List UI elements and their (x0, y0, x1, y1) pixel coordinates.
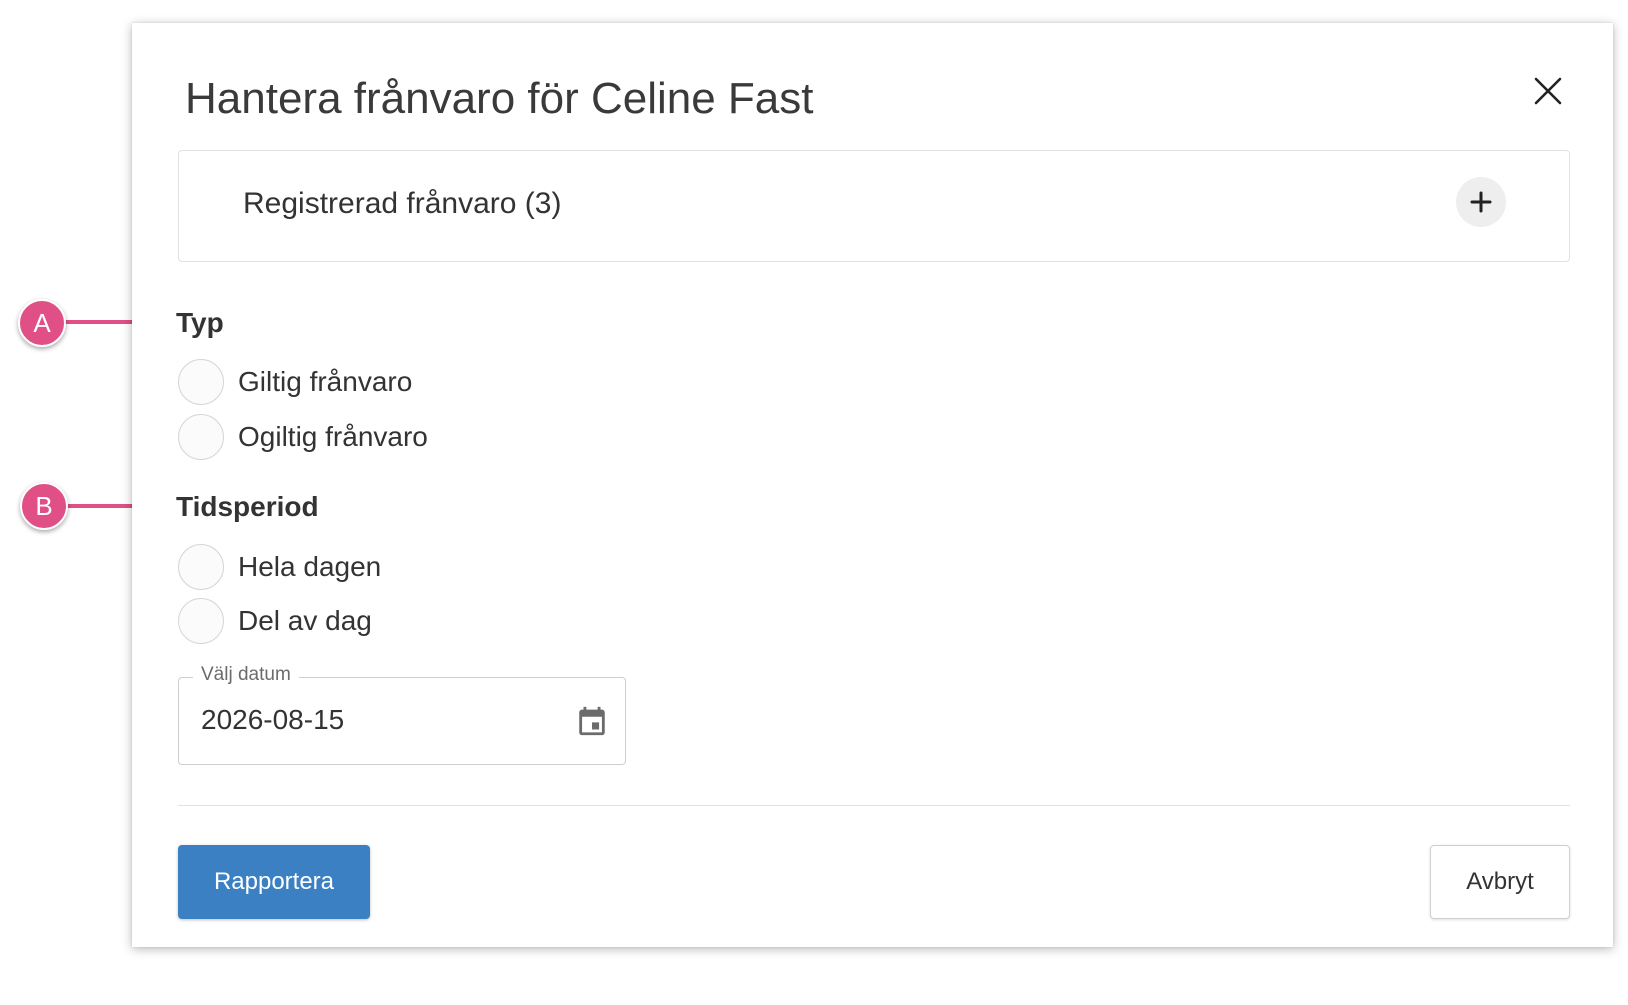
radio-whole-day[interactable]: Hela dagen (178, 542, 381, 592)
calendar-icon (579, 706, 605, 736)
registered-absence-accordion[interactable]: Registrerad frånvaro (3) (178, 150, 1570, 262)
radio-button[interactable] (178, 359, 224, 405)
radio-label: Ogiltig frånvaro (238, 421, 428, 452)
plus-icon (1470, 191, 1492, 213)
radio-button[interactable] (178, 544, 224, 590)
report-button[interactable]: Rapportera (178, 845, 370, 919)
close-icon (1534, 77, 1562, 105)
footer-divider (178, 805, 1570, 806)
radio-valid-absence[interactable]: Giltig frånvaro (178, 357, 412, 407)
radio-button[interactable] (178, 598, 224, 644)
date-input-value[interactable]: 2026-08-15 (201, 704, 344, 736)
close-button[interactable] (1526, 69, 1570, 113)
radio-label: Giltig frånvaro (238, 366, 413, 397)
period-section-label: Tidsperiod (176, 491, 319, 522)
expand-button[interactable] (1456, 177, 1506, 227)
radio-part-of-day[interactable]: Del av dag (178, 596, 372, 646)
callout-b-badge: B (20, 482, 68, 530)
radio-label: Del av dag (238, 605, 372, 636)
callout-a-badge: A (18, 299, 66, 347)
radio-button[interactable] (178, 414, 224, 460)
absence-dialog: Hantera frånvaro för Celine Fast Registr… (132, 23, 1613, 947)
callout-b-text: B (35, 490, 53, 521)
radio-label: Hela dagen (238, 551, 382, 582)
cancel-button[interactable]: Avbryt (1430, 845, 1570, 919)
radio-invalid-absence[interactable]: Ogiltig frånvaro (178, 412, 428, 462)
accordion-label: Registrerad frånvaro (3) (243, 187, 562, 220)
date-field[interactable]: Välj datum 2026-08-15 (178, 664, 626, 765)
calendar-button[interactable] (575, 704, 609, 738)
page: A B Hantera frånvaro för Celine Fast Reg… (0, 0, 1628, 1005)
date-field-label: Välj datum (193, 664, 299, 686)
callout-a-text: A (33, 307, 51, 338)
type-section-label: Typ (176, 307, 224, 338)
dialog-title: Hantera frånvaro för Celine Fast (185, 74, 814, 123)
